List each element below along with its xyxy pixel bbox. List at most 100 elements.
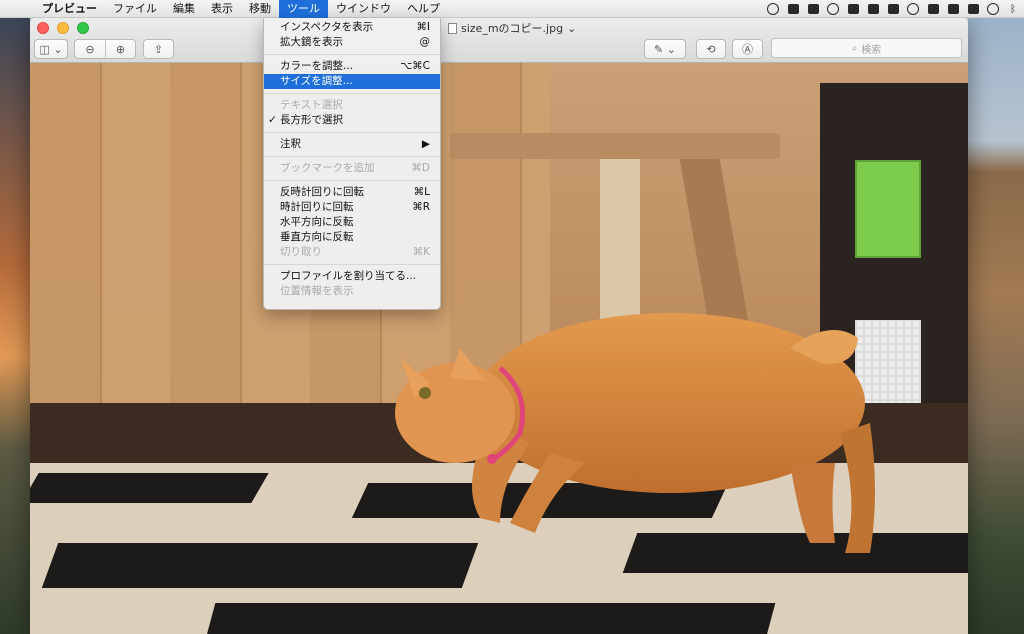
window-controls <box>37 22 89 34</box>
menu-item-add-bookmark: ブックマークを追加 ⌘D <box>264 161 440 176</box>
menubar: プレビュー ファイル 編集 表示 移動 ツール ウインドウ ヘルプ ᛒ <box>0 0 1024 18</box>
menu-item-adjust-size[interactable]: サイズを調整... <box>264 74 440 89</box>
menu-item-shortcut: ⌘R <box>412 201 430 213</box>
menu-item-label: 注釈 <box>280 138 301 150</box>
zoom-button-group: ⊖ ⊕ <box>74 39 136 59</box>
title-chevron-icon[interactable]: ⌄ <box>567 22 576 35</box>
checkmark-icon: ✓ <box>268 114 277 126</box>
menu-item-shortcut: @ <box>419 36 431 48</box>
search-icon: ⌕ <box>851 42 858 54</box>
shield-status-icon[interactable] <box>846 3 860 15</box>
zoom-out-button[interactable]: ⊖ <box>75 40 105 58</box>
menu-item-shortcut: ⌘D <box>411 162 430 174</box>
menu-item-label: 切り取り <box>280 246 322 258</box>
menu-item-text-selection: テキスト選択 <box>264 98 440 113</box>
menu-item-label: 垂直方向に反転 <box>280 231 354 243</box>
settings-status-icon[interactable] <box>906 3 920 15</box>
bluetooth-status-icon[interactable]: ᛒ <box>1006 3 1020 15</box>
annotate-button[interactable]: Ⓐ <box>732 39 763 59</box>
menu-item-label: テキスト選択 <box>280 99 343 111</box>
menu-separator <box>264 93 440 94</box>
menu-item-annotate[interactable]: 注釈 ▶ <box>264 137 440 152</box>
menu-item-label: サイズを調整... <box>280 75 353 87</box>
menu-item-show-magnifier[interactable]: 拡大鏡を表示 @ <box>264 35 440 50</box>
menu-item-rotate-left[interactable]: 反時計回りに回転 ⌘L <box>264 185 440 200</box>
menu-item-label: 拡大鏡を表示 <box>280 36 343 48</box>
menu-item-label: カラーを調整... <box>280 60 354 72</box>
markup-button[interactable]: ✎ ⌄ <box>644 39 686 59</box>
cat <box>395 313 875 553</box>
display-status-icon[interactable] <box>946 3 960 15</box>
window-title[interactable]: size_mのコピー.jpg ⌄ <box>448 20 576 36</box>
menu-go[interactable]: 移動 <box>241 0 279 18</box>
menu-tools[interactable]: ツール <box>279 0 328 18</box>
menu-item-shortcut: ⌘I <box>416 21 430 33</box>
zoom-button[interactable] <box>77 22 89 34</box>
close-button[interactable] <box>37 22 49 34</box>
tools-menu: インスペクタを表示 ⌘I 拡大鏡を表示 @ カラーを調整... ⌥⌘C サイズを… <box>263 18 441 310</box>
menu-item-label: 反時計回りに回転 <box>280 186 364 198</box>
pen-icon: ✎ ⌄ <box>654 42 676 56</box>
menu-help[interactable]: ヘルプ <box>399 0 448 18</box>
menu-item-label: 時計回りに回転 <box>280 201 354 213</box>
grid-status-icon[interactable] <box>886 3 900 15</box>
menu-item-show-inspector[interactable]: インスペクタを表示 ⌘I <box>264 20 440 35</box>
minimize-button[interactable] <box>57 22 69 34</box>
submenu-arrow-icon: ▶ <box>421 138 430 150</box>
menu-file[interactable]: ファイル <box>105 0 165 18</box>
desktop-wallpaper-left <box>0 18 30 634</box>
menu-preview[interactable]: プレビュー <box>34 0 105 18</box>
rotate-icon: ⟲ <box>706 42 716 56</box>
desktop-wallpaper-right <box>968 18 1024 634</box>
menu-item-show-location: 位置情報を表示 <box>264 284 440 299</box>
menu-separator <box>264 264 440 265</box>
info-status-icon[interactable] <box>766 3 780 15</box>
evernote-status-icon[interactable] <box>786 3 800 15</box>
sidebar-toggle-button[interactable]: ◫ ⌄ <box>34 39 68 59</box>
printer-status-icon[interactable] <box>926 3 940 15</box>
status-bar-icons: ᛒ <box>766 0 1020 18</box>
preview-window: size_mのコピー.jpg ⌄ ◫ ⌄ ⊖ ⊕ ⇪ ✎ ⌄ ⟲ Ⓐ ⌕ 検索 <box>30 18 968 634</box>
menu-item-flip-horizontal[interactable]: 水平方向に反転 <box>264 215 440 230</box>
time-machine-status-icon[interactable] <box>986 3 1000 15</box>
titlebar: size_mのコピー.jpg ⌄ ◫ ⌄ ⊖ ⊕ ⇪ ✎ ⌄ ⟲ Ⓐ ⌕ 検索 <box>30 18 968 63</box>
search-placeholder: 検索 <box>861 44 882 56</box>
zoom-out-icon: ⊖ <box>85 42 95 56</box>
image-canvas[interactable] <box>30 63 968 634</box>
menu-item-shortcut: ⌥⌘C <box>400 60 430 72</box>
menu-item-rotate-right[interactable]: 時計回りに回転 ⌘R <box>264 200 440 215</box>
airplay-status-icon[interactable] <box>966 3 980 15</box>
drive-status-icon[interactable] <box>866 3 880 15</box>
share-icon: ⇪ <box>153 42 164 56</box>
sidebar-icon: ◫ ⌄ <box>39 42 63 56</box>
menu-item-label: 水平方向に反転 <box>280 216 354 228</box>
rotate-button[interactable]: ⟲ <box>696 39 726 59</box>
menu-separator <box>264 54 440 55</box>
menu-item-adjust-color[interactable]: カラーを調整... ⌥⌘C <box>264 59 440 74</box>
clipboard-status-icon[interactable] <box>806 3 820 15</box>
menu-item-shortcut: ⌘L <box>413 186 430 198</box>
menu-item-flip-vertical[interactable]: 垂直方向に反転 <box>264 230 440 245</box>
menu-view[interactable]: 表示 <box>203 0 241 18</box>
menu-item-crop: 切り取り ⌘K <box>264 245 440 260</box>
menu-separator <box>264 180 440 181</box>
menu-item-label: ブックマークを追加 <box>280 162 375 174</box>
menu-item-rectangular-selection[interactable]: ✓ 長方形で選択 <box>264 113 440 128</box>
window-title-text: size_mのコピー.jpg <box>461 22 564 35</box>
zoom-in-button[interactable]: ⊕ <box>105 40 135 58</box>
share-button[interactable]: ⇪ <box>143 39 174 59</box>
menu-item-label: 長方形で選択 <box>280 114 343 126</box>
sync-status-icon[interactable] <box>826 3 840 15</box>
menu-item-label: プロファイルを割り当てる... <box>280 270 417 282</box>
menu-item-assign-profile[interactable]: プロファイルを割り当てる... <box>264 269 440 284</box>
menu-item-label: 位置情報を表示 <box>280 285 354 297</box>
zoom-in-icon: ⊕ <box>115 42 126 56</box>
menu-item-label: インスペクタを表示 <box>280 21 374 33</box>
menu-separator <box>264 132 440 133</box>
search-field[interactable]: ⌕ 検索 <box>771 38 962 58</box>
menu-edit[interactable]: 編集 <box>165 0 203 18</box>
menu-item-shortcut: ⌘K <box>412 246 430 258</box>
menu-separator <box>264 156 440 157</box>
annotate-icon: Ⓐ <box>742 43 753 56</box>
menu-window[interactable]: ウインドウ <box>328 0 399 18</box>
